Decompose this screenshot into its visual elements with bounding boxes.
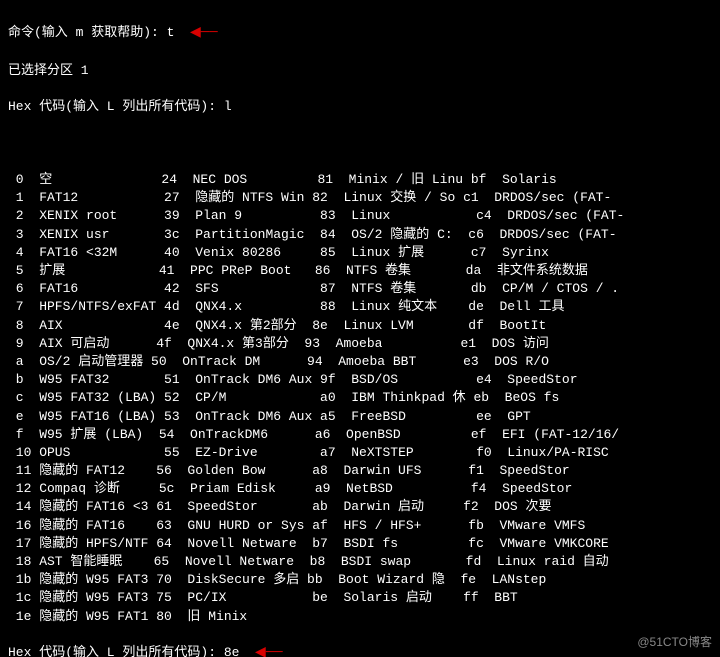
- arrow-icon: ◀──: [190, 25, 218, 41]
- hex-input[interactable]: l: [224, 99, 232, 114]
- table-row: 17 隐藏的 HPFS/NTF 64 Novell Netware b7 BSD…: [8, 535, 712, 553]
- table-row: 12 Compaq 诊断 5c Priam Edisk a9 NetBSD f4…: [8, 480, 712, 498]
- table-row: 16 隐藏的 FAT16 63 GNU HURD or Sys af HFS /…: [8, 517, 712, 535]
- table-row: 7 HPFS/NTFS/exFAT 4d QNX4.x 88 Linux 纯文本…: [8, 298, 712, 316]
- table-row: 3 XENIX usr 3c PartitionMagic 84 OS/2 隐藏…: [8, 226, 712, 244]
- table-row: c W95 FAT32 (LBA) 52 CP/M a0 IBM Thinkpa…: [8, 389, 712, 407]
- terminal-output: 命令(输入 m 获取帮助): t ◀── 已选择分区 1 Hex 代码(输入 L…: [0, 0, 720, 657]
- table-row: 9 AIX 可启动 4f QNX4.x 第3部分 93 Amoeba e1 DO…: [8, 335, 712, 353]
- watermark: @51CTO博客: [637, 634, 712, 651]
- partition-codes-table: 0 空 24 NEC DOS 81 Minix / 旧 Linu bf Sola…: [8, 171, 712, 626]
- cmd-input[interactable]: t: [167, 25, 175, 40]
- table-row: 2 XENIX root 39 Plan 9 83 Linux c4 DRDOS…: [8, 207, 712, 225]
- table-row: 10 OPUS 55 EZ-Drive a7 NeXTSTEP f0 Linux…: [8, 444, 712, 462]
- prompt-line: Hex 代码(输入 L 列出所有代码): l: [8, 98, 712, 116]
- table-row: 14 隐藏的 FAT16 <3 61 SpeedStor ab Darwin 启…: [8, 498, 712, 516]
- table-row: b W95 FAT32 51 OnTrack DM6 Aux 9f BSD/OS…: [8, 371, 712, 389]
- arrow-icon: ◀──: [255, 645, 283, 657]
- table-row: 1e 隐藏的 W95 FAT1 80 旧 Minix: [8, 608, 712, 626]
- table-row: 18 AST 智能睡眠 65 Novell Netware b8 BSDI sw…: [8, 553, 712, 571]
- table-row: 6 FAT16 42 SFS 87 NTFS 卷集 db CP/M / CTOS…: [8, 280, 712, 298]
- cmd-prompt-label: 命令(输入 m 获取帮助):: [8, 25, 167, 40]
- table-row: 1 FAT12 27 隐藏的 NTFS Win 82 Linux 交换 / So…: [8, 189, 712, 207]
- table-row: 1b 隐藏的 W95 FAT3 70 DiskSecure 多启 bb Boot…: [8, 571, 712, 589]
- table-row: a OS/2 启动管理器 50 OnTrack DM 94 Amoeba BBT…: [8, 353, 712, 371]
- table-row: 4 FAT16 <32M 40 Venix 80286 85 Linux 扩展 …: [8, 244, 712, 262]
- hex-prompt-label: Hex 代码(输入 L 列出所有代码):: [8, 645, 224, 657]
- prompt-line: Hex 代码(输入 L 列出所有代码): 8e ◀──: [8, 644, 712, 657]
- table-row: 0 空 24 NEC DOS 81 Minix / 旧 Linu bf Sola…: [8, 171, 712, 189]
- hex-input[interactable]: 8e: [224, 645, 240, 657]
- table-row: 11 隐藏的 FAT12 56 Golden Bow a8 Darwin UFS…: [8, 462, 712, 480]
- table-row: 8 AIX 4e QNX4.x 第2部分 8e Linux LVM df Boo…: [8, 317, 712, 335]
- table-row: 5 扩展 41 PPC PReP Boot 86 NTFS 卷集 da 非文件系…: [8, 262, 712, 280]
- hex-prompt-label: Hex 代码(输入 L 列出所有代码):: [8, 99, 224, 114]
- table-row: f W95 扩展 (LBA) 54 OnTrackDM6 a6 OpenBSD …: [8, 426, 712, 444]
- table-row: e W95 FAT16 (LBA) 53 OnTrack DM6 Aux a5 …: [8, 408, 712, 426]
- selected-partition: 已选择分区 1: [8, 62, 712, 80]
- prompt-line: 命令(输入 m 获取帮助): t ◀──: [8, 24, 712, 44]
- table-row: 1c 隐藏的 W95 FAT3 75 PC/IX be Solaris 启动 f…: [8, 589, 712, 607]
